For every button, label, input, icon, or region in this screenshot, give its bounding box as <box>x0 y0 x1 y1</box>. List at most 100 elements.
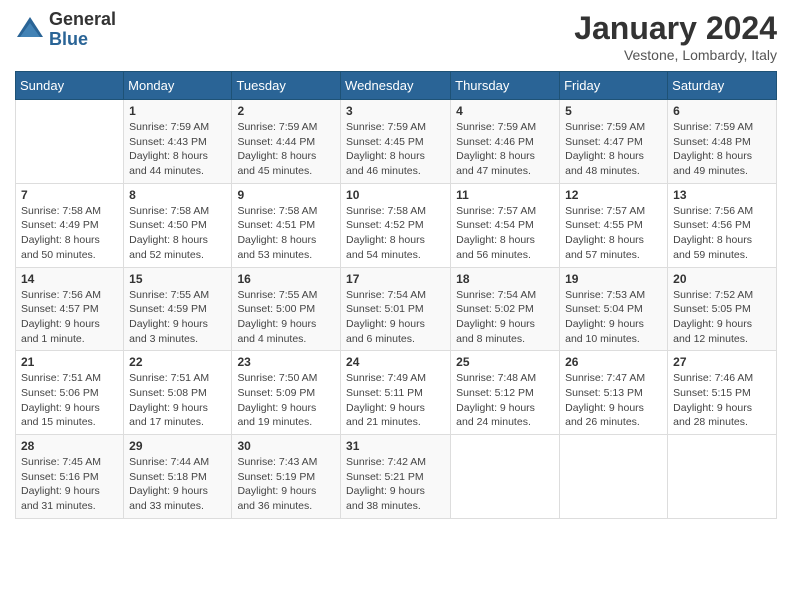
calendar-cell <box>668 435 777 519</box>
day-info: Sunrise: 7:42 AMSunset: 5:21 PMDaylight:… <box>346 455 445 514</box>
calendar-cell: 30 Sunrise: 7:43 AMSunset: 5:19 PMDayligh… <box>232 435 341 519</box>
weekday-header-row: SundayMondayTuesdayWednesdayThursdayFrid… <box>16 72 777 100</box>
day-info: Sunrise: 7:45 AMSunset: 5:16 PMDaylight:… <box>21 455 118 514</box>
day-info: Sunrise: 7:52 AMSunset: 5:05 PMDaylight:… <box>673 288 771 347</box>
logo: General Blue <box>15 10 116 50</box>
day-info: Sunrise: 7:53 AMSunset: 5:04 PMDaylight:… <box>565 288 662 347</box>
calendar-week-5: 28 Sunrise: 7:45 AMSunset: 5:16 PMDayligh… <box>16 435 777 519</box>
day-info: Sunrise: 7:59 AMSunset: 4:43 PMDaylight:… <box>129 120 226 179</box>
day-number: 1 <box>129 104 226 118</box>
page-container: General Blue January 2024 Vestone, Lomba… <box>0 0 792 529</box>
calendar-cell <box>16 100 124 184</box>
calendar-cell: 12Sunrise: 7:57 AMSunset: 4:55 PMDayligh… <box>560 183 668 267</box>
calendar-cell: 11 Sunrise: 7:57 AMSunset: 4:54 PMDayligh… <box>451 183 560 267</box>
day-number: 6 <box>673 104 771 118</box>
day-info: Sunrise: 7:54 AMSunset: 5:02 PMDaylight:… <box>456 288 554 347</box>
calendar-cell: 26 Sunrise: 7:47 AMSunset: 5:13 PMDayligh… <box>560 351 668 435</box>
day-number: 21 <box>21 355 118 369</box>
day-number: 19 <box>565 272 662 286</box>
calendar-cell: 13 Sunrise: 7:56 AMSunset: 4:56 PMDayligh… <box>668 183 777 267</box>
day-info: Sunrise: 7:44 AMSunset: 5:18 PMDaylight:… <box>129 455 226 514</box>
day-number: 25 <box>456 355 554 369</box>
day-info: Sunrise: 7:58 AMSunset: 4:52 PMDaylight:… <box>346 204 445 263</box>
day-number: 11 <box>456 188 554 202</box>
calendar-week-2: 7Sunrise: 7:58 AMSunset: 4:49 PMDaylight… <box>16 183 777 267</box>
calendar-cell: 18 Sunrise: 7:54 AMSunset: 5:02 PMDayligh… <box>451 267 560 351</box>
day-info: Sunrise: 7:54 AMSunset: 5:01 PMDaylight:… <box>346 288 445 347</box>
calendar-cell: 23Sunrise: 7:50 AMSunset: 5:09 PMDayligh… <box>232 351 341 435</box>
weekday-header-tuesday: Tuesday <box>232 72 341 100</box>
weekday-header-wednesday: Wednesday <box>341 72 451 100</box>
day-number: 29 <box>129 439 226 453</box>
logo-blue-text: Blue <box>49 30 116 50</box>
day-info: Sunrise: 7:55 AMSunset: 4:59 PMDaylight:… <box>129 288 226 347</box>
day-number: 14 <box>21 272 118 286</box>
day-info: Sunrise: 7:51 AMSunset: 5:08 PMDaylight:… <box>129 371 226 430</box>
calendar-cell: 22 Sunrise: 7:51 AMSunset: 5:08 PMDayligh… <box>124 351 232 435</box>
day-info: Sunrise: 7:51 AMSunset: 5:06 PMDaylight:… <box>21 371 118 430</box>
calendar-cell: 14 Sunrise: 7:56 AMSunset: 4:57 PMDayligh… <box>16 267 124 351</box>
calendar-cell: 4Sunrise: 7:59 AMSunset: 4:46 PMDaylight… <box>451 100 560 184</box>
calendar-cell: 9 Sunrise: 7:58 AMSunset: 4:51 PMDaylight… <box>232 183 341 267</box>
logo-text: General Blue <box>49 10 116 50</box>
day-number: 15 <box>129 272 226 286</box>
day-number: 27 <box>673 355 771 369</box>
day-info: Sunrise: 7:59 AMSunset: 4:45 PMDaylight:… <box>346 120 445 179</box>
day-info: Sunrise: 7:43 AMSunset: 5:19 PMDaylight:… <box>237 455 335 514</box>
calendar-cell: 20 Sunrise: 7:52 AMSunset: 5:05 PMDayligh… <box>668 267 777 351</box>
day-info: Sunrise: 7:47 AMSunset: 5:13 PMDaylight:… <box>565 371 662 430</box>
day-number: 2 <box>237 104 335 118</box>
day-number: 8 <box>129 188 226 202</box>
day-info: Sunrise: 7:58 AMSunset: 4:50 PMDaylight:… <box>129 204 226 263</box>
day-number: 24 <box>346 355 445 369</box>
day-number: 23 <box>237 355 335 369</box>
day-number: 9 <box>237 188 335 202</box>
calendar-cell: 15 Sunrise: 7:55 AMSunset: 4:59 PMDayligh… <box>124 267 232 351</box>
calendar-week-4: 21 Sunrise: 7:51 AMSunset: 5:06 PMDayligh… <box>16 351 777 435</box>
calendar-cell: 16Sunrise: 7:55 AMSunset: 5:00 PMDayligh… <box>232 267 341 351</box>
day-number: 5 <box>565 104 662 118</box>
calendar-cell: 2 Sunrise: 7:59 AMSunset: 4:44 PMDaylight… <box>232 100 341 184</box>
day-number: 30 <box>237 439 335 453</box>
calendar-cell: 7Sunrise: 7:58 AMSunset: 4:49 PMDaylight… <box>16 183 124 267</box>
calendar-cell: 24Sunrise: 7:49 AMSunset: 5:11 PMDayligh… <box>341 351 451 435</box>
calendar-cell <box>560 435 668 519</box>
day-number: 22 <box>129 355 226 369</box>
calendar-table: SundayMondayTuesdayWednesdayThursdayFrid… <box>15 71 777 519</box>
day-number: 18 <box>456 272 554 286</box>
day-info: Sunrise: 7:55 AMSunset: 5:00 PMDaylight:… <box>237 288 335 347</box>
calendar-cell: 10Sunrise: 7:58 AMSunset: 4:52 PMDayligh… <box>341 183 451 267</box>
day-number: 26 <box>565 355 662 369</box>
calendar-week-1: 1 Sunrise: 7:59 AMSunset: 4:43 PMDaylight… <box>16 100 777 184</box>
logo-icon <box>15 15 45 45</box>
day-number: 4 <box>456 104 554 118</box>
calendar-week-3: 14 Sunrise: 7:56 AMSunset: 4:57 PMDayligh… <box>16 267 777 351</box>
day-number: 28 <box>21 439 118 453</box>
title-section: January 2024 Vestone, Lombardy, Italy <box>574 10 777 63</box>
calendar-cell: 19 Sunrise: 7:53 AMSunset: 5:04 PMDayligh… <box>560 267 668 351</box>
calendar-cell: 3 Sunrise: 7:59 AMSunset: 4:45 PMDaylight… <box>341 100 451 184</box>
weekday-header-sunday: Sunday <box>16 72 124 100</box>
weekday-header-saturday: Saturday <box>668 72 777 100</box>
weekday-header-friday: Friday <box>560 72 668 100</box>
day-number: 13 <box>673 188 771 202</box>
day-info: Sunrise: 7:56 AMSunset: 4:56 PMDaylight:… <box>673 204 771 263</box>
calendar-cell <box>451 435 560 519</box>
logo-general-text: General <box>49 10 116 30</box>
day-number: 3 <box>346 104 445 118</box>
calendar-cell: 1 Sunrise: 7:59 AMSunset: 4:43 PMDaylight… <box>124 100 232 184</box>
calendar-cell: 6 Sunrise: 7:59 AMSunset: 4:48 PMDaylight… <box>668 100 777 184</box>
day-info: Sunrise: 7:59 AMSunset: 4:47 PMDaylight:… <box>565 120 662 179</box>
day-info: Sunrise: 7:58 AMSunset: 4:51 PMDaylight:… <box>237 204 335 263</box>
day-info: Sunrise: 7:59 AMSunset: 4:44 PMDaylight:… <box>237 120 335 179</box>
calendar-cell: 5 Sunrise: 7:59 AMSunset: 4:47 PMDaylight… <box>560 100 668 184</box>
day-info: Sunrise: 7:59 AMSunset: 4:48 PMDaylight:… <box>673 120 771 179</box>
calendar-cell: 17Sunrise: 7:54 AMSunset: 5:01 PMDayligh… <box>341 267 451 351</box>
day-info: Sunrise: 7:57 AMSunset: 4:55 PMDaylight:… <box>565 204 662 263</box>
day-info: Sunrise: 7:56 AMSunset: 4:57 PMDaylight:… <box>21 288 118 347</box>
day-info: Sunrise: 7:46 AMSunset: 5:15 PMDaylight:… <box>673 371 771 430</box>
calendar-cell: 25Sunrise: 7:48 AMSunset: 5:12 PMDayligh… <box>451 351 560 435</box>
header-row: General Blue January 2024 Vestone, Lomba… <box>15 10 777 63</box>
day-number: 20 <box>673 272 771 286</box>
day-info: Sunrise: 7:57 AMSunset: 4:54 PMDaylight:… <box>456 204 554 263</box>
